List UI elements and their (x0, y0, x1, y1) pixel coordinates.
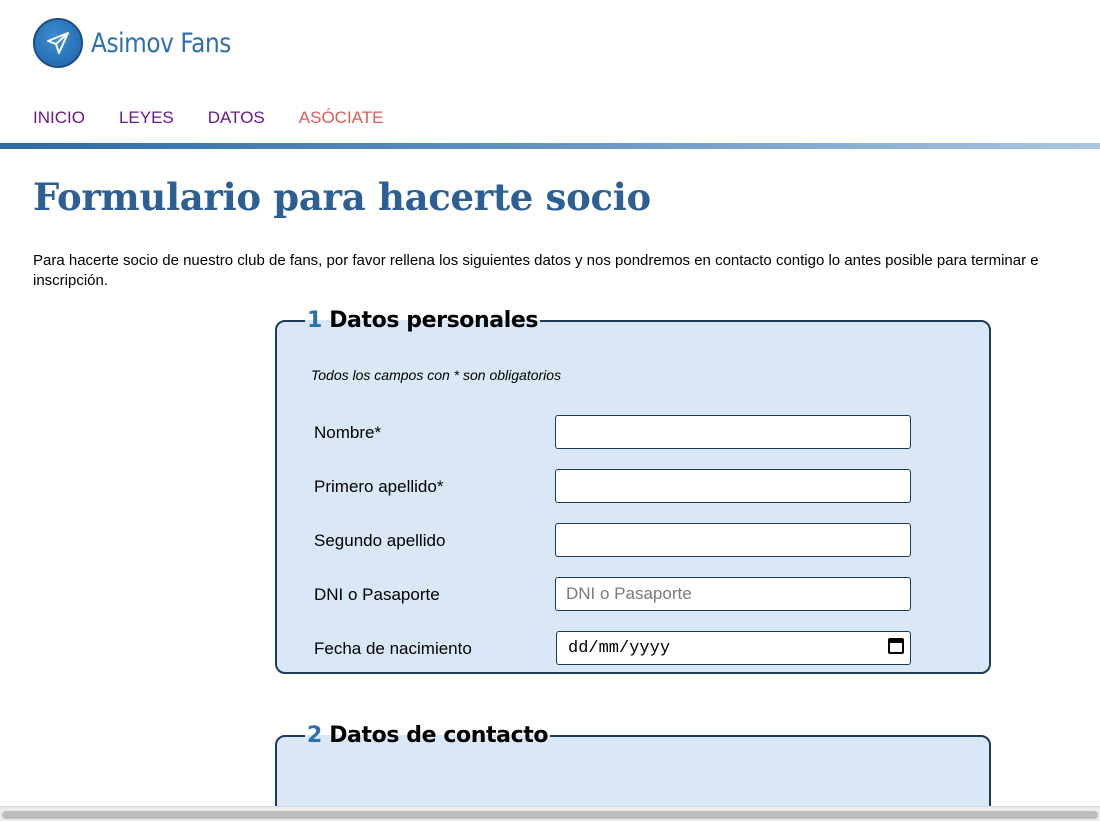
section-title: Datos personales (329, 308, 539, 333)
logo-text: Asimov Fans (91, 27, 231, 59)
personal-data-fieldset: 1 Datos personales Todos los campos con … (275, 308, 991, 674)
segundo-apellido-label: Segundo apellido (314, 531, 446, 550)
field-row-segundo-apellido: Segundo apellido (314, 523, 914, 557)
page: Asimov Fans INICIO LEYES DATOS ASÓCIATE … (0, 0, 1100, 821)
required-note: Todos los campos con * son obligatorios (311, 367, 562, 383)
nav-divider (0, 143, 1100, 149)
intro-line-2: inscripción. (33, 272, 109, 289)
main-nav: INICIO LEYES DATOS ASÓCIATE (33, 108, 417, 128)
horizontal-scrollbar[interactable] (0, 806, 1100, 821)
field-row-nombre: Nombre* (314, 415, 914, 449)
intro-line-1: Para hacerte socio de nuestro club de fa… (33, 252, 1039, 269)
fecha-nacimiento-input[interactable] (556, 631, 911, 665)
site-logo[interactable]: Asimov Fans (33, 18, 254, 68)
nav-item-asociate[interactable]: ASÓCIATE (299, 108, 384, 128)
calendar-icon[interactable] (888, 638, 904, 654)
fecha-nacimiento-label: Fecha de nacimiento (314, 639, 472, 658)
primer-apellido-input[interactable] (555, 469, 911, 503)
field-row-dni: DNI o Pasaporte (314, 577, 914, 611)
section-number: 2 (307, 723, 322, 748)
segundo-apellido-input[interactable] (555, 523, 911, 557)
nav-item-datos[interactable]: DATOS (208, 108, 265, 128)
dni-input[interactable] (555, 577, 911, 611)
primer-apellido-label: Primero apellido* (314, 477, 444, 496)
intro-text: Para hacerte socio de nuestro club de fa… (33, 251, 1100, 291)
nombre-label: Nombre* (314, 423, 382, 442)
dni-label: DNI o Pasaporte (314, 585, 440, 604)
nav-item-inicio[interactable]: INICIO (33, 108, 85, 128)
field-row-primer-apellido: Primero apellido* (314, 469, 914, 503)
paper-plane-icon (33, 18, 83, 68)
scrollbar-thumb[interactable] (2, 811, 1098, 819)
personal-data-legend: 1 Datos personales (305, 308, 540, 333)
nav-item-leyes[interactable]: LEYES (119, 108, 174, 128)
section-number: 1 (307, 308, 322, 333)
field-row-fecha-nacimiento: Fecha de nacimiento (314, 631, 914, 665)
page-title: Formulario para hacerte socio (33, 175, 651, 219)
contact-data-legend: 2 Datos de contacto (305, 723, 550, 748)
section-title: Datos de contacto (329, 723, 549, 748)
nombre-input[interactable] (555, 415, 911, 449)
